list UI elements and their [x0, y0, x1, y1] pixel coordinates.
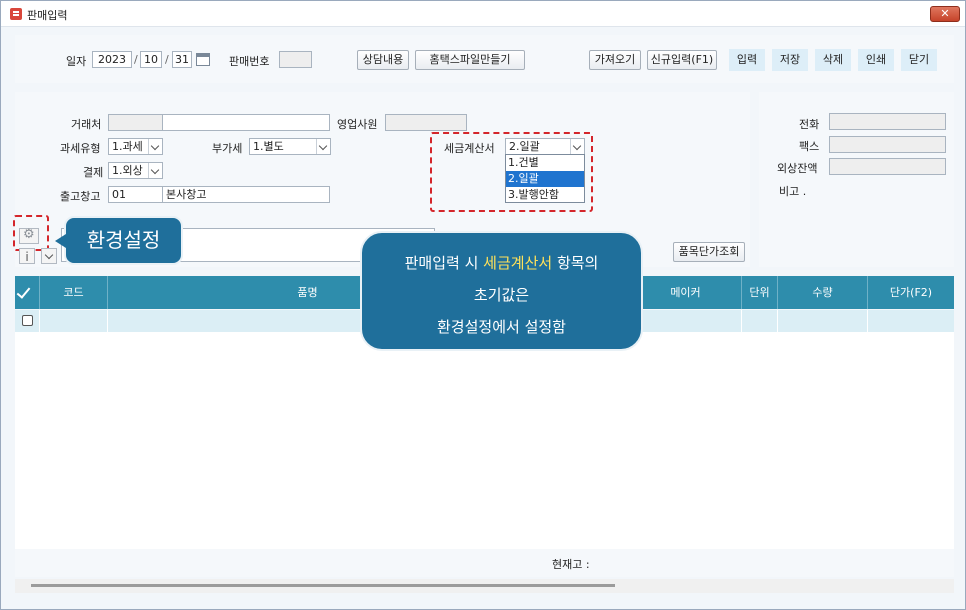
day-input[interactable]: 31 — [172, 51, 192, 68]
current-stock-label: 현재고 : — [552, 558, 590, 571]
sale-number-input[interactable] — [279, 51, 312, 68]
check-all-cell[interactable] — [15, 276, 40, 309]
chevron-down-icon[interactable] — [41, 248, 57, 264]
app-icon — [10, 8, 22, 20]
item-price-lookup-button[interactable]: 품목단가조회 — [673, 242, 745, 262]
chevron-down-icon — [148, 163, 162, 178]
month-input[interactable]: 10 — [140, 51, 162, 68]
callout-line-1: 판매입력 시 세금계산서 항목의 — [362, 247, 641, 279]
chevron-down-icon — [316, 139, 330, 154]
hometax-file-button[interactable]: 홈택스파일만들기 — [415, 50, 525, 70]
settings-callout: 환경설정 — [55, 216, 183, 265]
callout-line-2: 초기값은 — [473, 286, 530, 304]
col-quantity[interactable]: 수량 — [778, 276, 868, 309]
phone-label: 전화 — [799, 118, 820, 131]
table-cell[interactable] — [778, 310, 868, 332]
balance-label: 외상잔액 — [777, 162, 818, 175]
consult-button[interactable]: 상담내용 — [357, 50, 409, 70]
scrollbar-thumb[interactable] — [31, 584, 615, 587]
col-unit-price[interactable]: 단가(F2) — [868, 276, 954, 309]
year-input[interactable]: 2023 — [92, 51, 132, 68]
calendar-icon[interactable] — [196, 53, 210, 66]
title-bar: 판매입력 ✕ — [1, 1, 965, 27]
date-separator: / — [165, 53, 169, 66]
warehouse-name-input[interactable]: 본사창고 — [162, 186, 330, 203]
invoice-highlight — [430, 132, 593, 212]
sales-rep-label: 영업사원 — [337, 118, 378, 131]
callout-text: 항목의 — [552, 254, 599, 272]
fax-label: 팩스 — [799, 140, 820, 153]
input-button[interactable]: 입력 — [729, 49, 765, 71]
payment-select[interactable]: 1.외상 — [108, 162, 163, 179]
col-unit[interactable]: 단위 — [742, 276, 778, 309]
callout-line-3: 환경설정에서 설정함 — [437, 318, 566, 336]
client-code-input[interactable] — [108, 114, 163, 131]
invoice-default-callout: 판매입력 시 세금계산서 항목의 초기값은 환경설정에서 설정함 — [360, 231, 643, 351]
window-title: 판매입력 — [27, 9, 68, 22]
table-cell[interactable] — [630, 310, 742, 332]
payment-value: 1.외상 — [112, 164, 143, 177]
close-button[interactable]: 닫기 — [901, 49, 937, 71]
fetch-button[interactable]: 가져오기 — [589, 50, 641, 70]
table-cell[interactable] — [40, 310, 108, 332]
client-label: 거래처 — [71, 118, 102, 131]
tax-type-label: 과세유형 — [60, 142, 101, 155]
fax-input[interactable] — [829, 136, 946, 153]
vat-value: 1.별도 — [253, 140, 284, 153]
horizontal-scrollbar[interactable] — [15, 579, 954, 593]
col-maker[interactable]: 메이커 — [630, 276, 742, 309]
callout-highlight: 세금계산서 — [483, 254, 553, 272]
sales-rep-input[interactable] — [385, 114, 467, 131]
new-entry-button[interactable]: 신규입력(F1) — [647, 50, 717, 70]
warehouse-label: 출고창고 — [60, 190, 101, 203]
warehouse-code-input[interactable]: 01 — [108, 186, 163, 203]
window-close-button[interactable]: ✕ — [930, 6, 960, 22]
info-icon[interactable]: i — [19, 248, 35, 264]
table-cell[interactable] — [742, 310, 778, 332]
date-label: 일자 — [66, 55, 87, 68]
vat-label: 부가세 — [212, 142, 243, 155]
client-name-input[interactable] — [162, 114, 330, 131]
row-checkbox[interactable] — [22, 315, 33, 326]
phone-input[interactable] — [829, 113, 946, 130]
payment-label: 결제 — [83, 166, 104, 179]
settings-highlight — [13, 215, 49, 251]
tax-type-select[interactable]: 1.과세 — [108, 138, 163, 155]
delete-button[interactable]: 삭제 — [815, 49, 851, 71]
sales-entry-window: 판매입력 ✕ 일자 2023 / 10 / 31 판매번호 상담내용 홈택스파일… — [0, 0, 966, 610]
tax-type-value: 1.과세 — [112, 140, 143, 153]
date-separator: / — [134, 53, 138, 66]
toolbar-panel: 일자 2023 / 10 / 31 판매번호 상담내용 홈택스파일만들기 가져오… — [15, 35, 954, 83]
balance-input[interactable] — [829, 158, 946, 175]
col-code[interactable]: 코드 — [40, 276, 108, 309]
callout-text: 판매입력 시 — [404, 254, 484, 272]
chevron-down-icon — [148, 139, 162, 154]
sale-number-label: 판매번호 — [229, 55, 270, 68]
print-button[interactable]: 인쇄 — [858, 49, 894, 71]
row-check-cell — [15, 310, 40, 332]
save-button[interactable]: 저장 — [772, 49, 808, 71]
grid-body — [15, 332, 954, 549]
note-label: 비고 . — [779, 185, 807, 198]
vat-select[interactable]: 1.별도 — [249, 138, 331, 155]
check-icon — [16, 284, 31, 299]
footer-bar: 현재고 : — [15, 549, 954, 577]
